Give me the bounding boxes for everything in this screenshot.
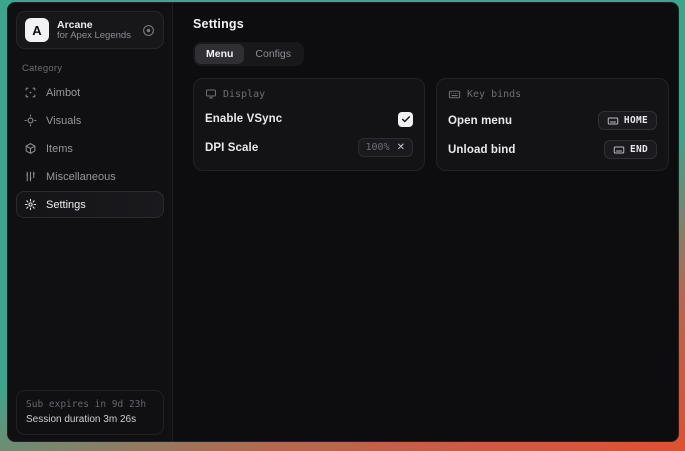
sidebar-item-aimbot[interactable]: Aimbot	[16, 79, 164, 106]
subscription-info-card: Sub expires in 9d 23h Session duration 3…	[16, 390, 164, 435]
session-duration-text: Session duration 3m 26s	[26, 412, 154, 427]
app-subtitle: for Apex Legends	[57, 31, 134, 42]
keyboard-icon	[607, 115, 619, 127]
gear-icon	[24, 198, 37, 211]
category-label: Category	[22, 63, 164, 74]
game-backdrop: A Arcane for Apex Legends Category	[0, 0, 685, 451]
unload-bind-row: Unload bind END	[448, 140, 657, 159]
unload-bind-label: Unload bind	[448, 144, 516, 156]
sidebar-item-settings[interactable]: Settings	[16, 191, 164, 218]
settings-tab-group: Menu Configs	[193, 42, 304, 66]
keybinds-card: Key binds Open menu HOME	[436, 78, 669, 171]
cube-icon	[24, 142, 37, 155]
sidebar-item-items[interactable]: Items	[16, 135, 164, 162]
display-card-header: Display	[205, 88, 413, 100]
tab-configs[interactable]: Configs	[244, 44, 302, 64]
sidebar-item-label: Items	[46, 143, 73, 155]
sub-expiry-text: Sub expires in 9d 23h	[26, 398, 154, 412]
dpi-value: 100%	[366, 142, 390, 153]
dpi-row: DPI Scale 100% ✕	[205, 138, 413, 157]
arcane-window: A Arcane for Apex Legends Category	[7, 2, 679, 442]
keybinds-card-title: Key binds	[467, 89, 521, 100]
open-menu-label: Open menu	[448, 115, 512, 127]
app-name: Arcane	[57, 19, 134, 31]
dpi-label: DPI Scale	[205, 142, 258, 154]
dpi-scale-input[interactable]: 100% ✕	[358, 138, 413, 157]
open-menu-keybind-button[interactable]: HOME	[598, 111, 657, 130]
vsync-label: Enable VSync	[205, 113, 282, 125]
sidebar-item-label: Visuals	[46, 115, 81, 127]
sidebar-item-visuals[interactable]: Visuals	[16, 107, 164, 134]
sidebar-item-label: Settings	[46, 199, 86, 211]
monitor-icon	[205, 88, 217, 100]
unload-key-label: END	[630, 144, 648, 155]
vsync-checkbox[interactable]	[398, 112, 413, 127]
close-icon[interactable]: ✕	[397, 143, 405, 153]
display-card-title: Display	[223, 89, 265, 100]
app-header-card: A Arcane for Apex Legends	[16, 11, 164, 49]
keyboard-icon	[448, 88, 461, 101]
eye-focus-icon	[24, 114, 37, 127]
open-menu-row: Open menu HOME	[448, 111, 657, 130]
crosshair-icon	[24, 86, 37, 99]
app-titles: Arcane for Apex Legends	[57, 19, 134, 42]
sidebar-item-label: Miscellaneous	[46, 171, 116, 183]
open-menu-key-label: HOME	[624, 115, 648, 126]
tab-menu[interactable]: Menu	[195, 44, 244, 64]
keybinds-card-header: Key binds	[448, 88, 657, 101]
sidebar-item-miscellaneous[interactable]: Miscellaneous	[16, 163, 164, 190]
settings-cards: Display Enable VSync	[193, 78, 669, 171]
sliders-icon	[24, 170, 37, 183]
display-card: Display Enable VSync	[193, 78, 425, 171]
category-nav: Aimbot Visuals	[16, 78, 164, 218]
vsync-row: Enable VSync	[205, 110, 413, 128]
target-icon[interactable]	[142, 24, 155, 37]
keyboard-icon	[613, 144, 625, 156]
sidebar: A Arcane for Apex Legends Category	[8, 3, 173, 441]
check-icon	[401, 114, 411, 124]
page-title: Settings	[193, 17, 669, 31]
main-content: Settings Menu Configs Display	[173, 3, 679, 441]
app-logo: A	[25, 18, 49, 42]
sidebar-item-label: Aimbot	[46, 87, 80, 99]
unload-keybind-button[interactable]: END	[604, 140, 657, 159]
